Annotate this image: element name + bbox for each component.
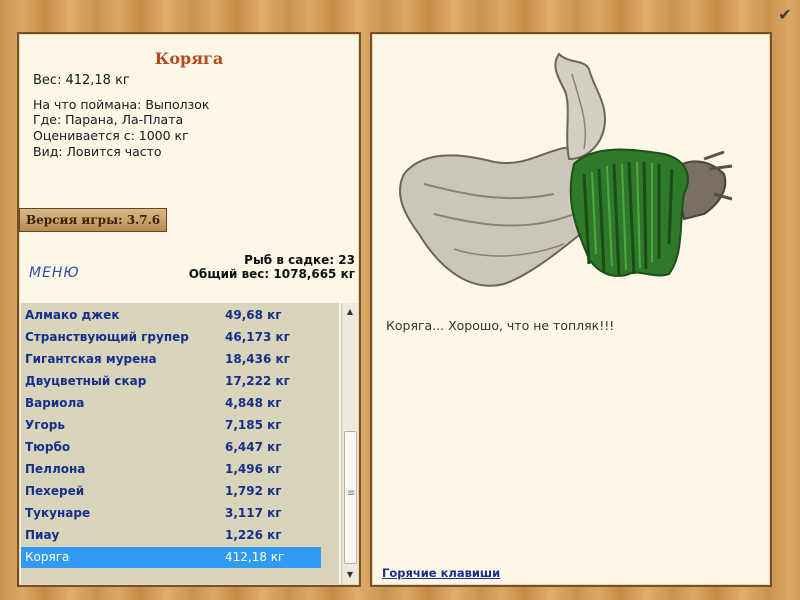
- fish-weight: 18,436 кг: [225, 352, 290, 366]
- arrow-up-icon[interactable]: ▲: [342, 305, 358, 319]
- fish-weight: 1,496 кг: [225, 462, 282, 476]
- arrow-down-icon[interactable]: ▼: [342, 568, 358, 582]
- fish-name: Вариола: [25, 396, 85, 410]
- list-item[interactable]: Вариола 4,848 кг: [21, 393, 321, 414]
- fish-weight: 4,848 кг: [225, 396, 282, 410]
- list-item[interactable]: Коряга 412,18 кг: [21, 547, 321, 568]
- fish-name: Коряга: [25, 550, 70, 564]
- list-item[interactable]: Странствующий групер 46,173 кг: [21, 327, 321, 348]
- fish-weight: Вес: 412,18 кг: [33, 73, 130, 88]
- pin-icon[interactable]: ✔: [776, 6, 794, 24]
- fish-name: Пиау: [25, 528, 60, 542]
- list-item[interactable]: Пехерей 1,792 кг: [21, 481, 321, 502]
- valued-from: Оценивается с: 1000 кг: [33, 128, 189, 143]
- fish-info-panel: Коряга Вес: 412,18 кг На что поймана: Вып…: [17, 32, 361, 587]
- fish-weight: 412,18 кг: [225, 550, 285, 564]
- fish-image-panel: Коряга... Хорошо, что не топляк!!! Горяч…: [370, 32, 772, 587]
- fish-list[interactable]: Алмако джек 49,68 кг Странствующий групер 4…: [21, 303, 339, 584]
- fish-weight: 3,117 кг: [225, 506, 282, 520]
- scroll-thumb[interactable]: [344, 431, 357, 564]
- fish-title: Коряга: [154, 49, 224, 68]
- list-scrollbar[interactable]: ▲ ▼: [341, 303, 358, 584]
- list-item[interactable]: Пеллона 1,496 кг: [21, 459, 321, 480]
- list-item[interactable]: Алмако джек 49,68 кг: [21, 305, 321, 326]
- list-item[interactable]: Тюрбо 6,447 кг: [21, 437, 321, 458]
- fish-name: Двуцветный скар: [25, 374, 147, 388]
- fish-weight: 6,447 кг: [225, 440, 282, 454]
- hotkeys-link[interactable]: Горячие клавиши: [382, 566, 500, 580]
- fish-weight: 7,185 кг: [225, 418, 282, 432]
- fish-name: Странствующий групер: [25, 330, 189, 344]
- menu-button[interactable]: МЕНЮ: [29, 265, 80, 281]
- caught-on: На что поймана: Выползок: [33, 97, 210, 112]
- weight-value: 412,18 кг: [65, 73, 130, 88]
- weight-label: Вес:: [33, 73, 62, 88]
- version-badge: Версия игры: 3.7.6: [19, 208, 168, 232]
- fish-name: Пехерей: [25, 484, 85, 498]
- fish-name: Гигантская мурена: [25, 352, 157, 366]
- fish-weight: 17,222 кг: [225, 374, 290, 388]
- list-item[interactable]: Тукунаре 3,117 кг: [21, 503, 321, 524]
- location: Где: Парана, Ла-Плата: [33, 112, 184, 127]
- total-weight: Общий вес: 1078,665 кг: [188, 267, 355, 281]
- fish-weight: 46,173 кг: [225, 330, 290, 344]
- fish-name: Тукунаре: [25, 506, 91, 520]
- frequency: Вид: Ловится часто: [33, 144, 162, 159]
- fish-weight: 49,68 кг: [225, 308, 282, 322]
- fish-name: Алмако джек: [25, 308, 120, 322]
- list-item[interactable]: Пиау 1,226 кг: [21, 525, 321, 546]
- fish-weight: 1,792 кг: [225, 484, 282, 498]
- cage-count: Рыб в садке: 23: [244, 253, 355, 267]
- fish-weight: 1,226 кг: [225, 528, 282, 542]
- fish-name: Угорь: [25, 418, 65, 432]
- list-item[interactable]: Гигантская мурена 18,436 кг: [21, 349, 321, 370]
- fish-name: Тюрбо: [25, 440, 71, 454]
- driftwood-image: [399, 52, 733, 287]
- list-item[interactable]: Двуцветный скар 17,222 кг: [21, 371, 321, 392]
- list-item[interactable]: Угорь 7,185 кг: [21, 415, 321, 436]
- fish-description: Коряга... Хорошо, что не топляк!!!: [386, 318, 615, 333]
- fish-name: Пеллона: [25, 462, 86, 476]
